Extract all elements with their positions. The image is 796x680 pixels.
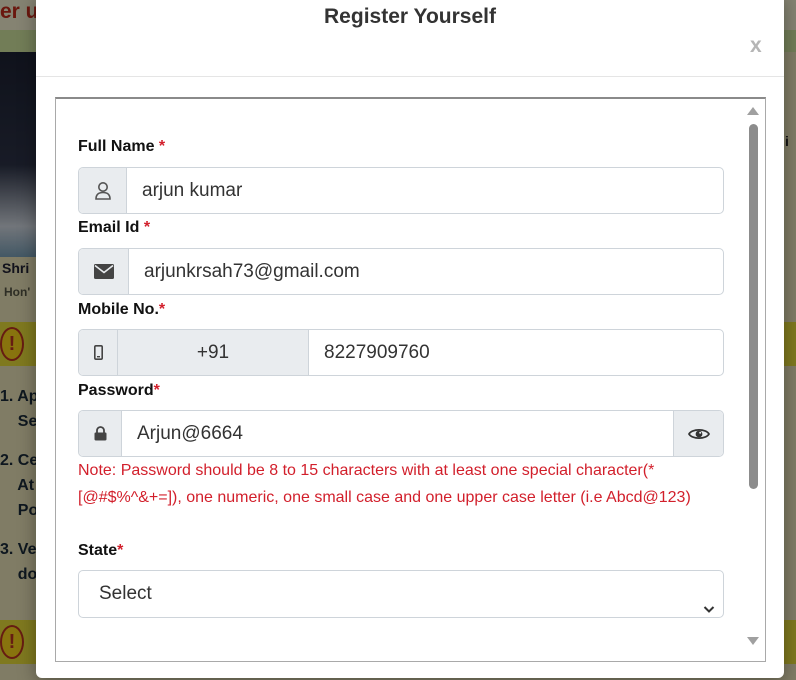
email-group xyxy=(78,248,724,295)
required-marker: * xyxy=(117,542,124,559)
mobile-group: +91 xyxy=(78,329,724,376)
state-label: State* xyxy=(78,542,124,559)
email-input[interactable] xyxy=(129,249,723,294)
envelope-icon xyxy=(79,249,129,294)
form-scroll-area[interactable]: Full Name * Email Id * Mobile No.* xyxy=(55,97,766,662)
password-label: Password* xyxy=(78,382,160,399)
required-marker: * xyxy=(153,382,160,399)
modal-title: Register Yourself xyxy=(324,5,496,28)
state-select[interactable]: Select xyxy=(78,570,724,618)
chevron-down-icon xyxy=(703,587,715,633)
required-marker: * xyxy=(158,138,166,155)
state-selected-value: Select xyxy=(99,583,152,604)
eye-icon[interactable] xyxy=(673,411,723,456)
full-name-group xyxy=(78,167,724,214)
password-group xyxy=(78,410,724,457)
full-name-input[interactable] xyxy=(127,168,723,213)
mobile-label: Mobile No.* xyxy=(78,301,166,318)
required-marker: * xyxy=(143,219,151,236)
scrollbar-thumb[interactable] xyxy=(749,124,758,489)
close-button[interactable]: x xyxy=(750,34,762,58)
email-label: Email Id * xyxy=(78,219,151,236)
register-modal: Register Yourself x Full Name * Email Id… xyxy=(36,0,784,678)
required-marker: * xyxy=(158,301,166,318)
password-input[interactable] xyxy=(122,411,673,456)
mobile-icon xyxy=(79,330,118,375)
scroll-down-arrow[interactable] xyxy=(747,637,759,645)
user-icon xyxy=(79,168,127,213)
password-note: Note: Password should be 8 to 15 charact… xyxy=(78,462,691,506)
country-code-select[interactable]: +91 xyxy=(118,330,309,375)
mobile-input[interactable] xyxy=(309,330,723,375)
modal-header: Register Yourself x xyxy=(36,0,784,77)
scroll-up-arrow[interactable] xyxy=(747,107,759,115)
lock-icon xyxy=(79,411,122,456)
full-name-label: Full Name * xyxy=(78,138,166,155)
